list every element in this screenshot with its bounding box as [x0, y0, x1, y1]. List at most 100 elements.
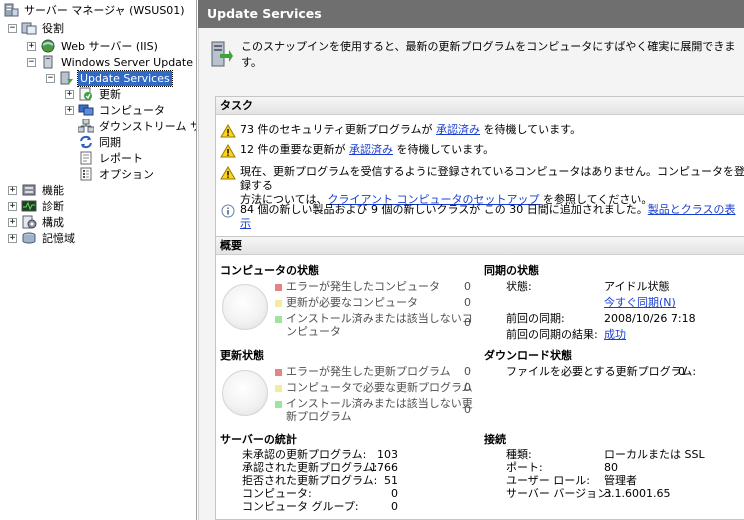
- computer-status-pie: [222, 284, 268, 330]
- files-needed-label: ファイルを必要とする更新プログラム:: [506, 365, 697, 378]
- tasks-section: タスク 73 件のセキュリティ更新プログラムが 承認済み を待機しています。 1…: [215, 96, 744, 238]
- tree-label-web-server: Web サーバー (IIS): [61, 39, 158, 53]
- computers-with-errors-label: エラーが発生したコンピュータ: [286, 280, 440, 293]
- server-statistics-heading: サーバーの統計: [220, 433, 297, 446]
- expand-icon[interactable]: +: [8, 217, 17, 227]
- connection-type-value: ローカルまたは SSL: [604, 448, 705, 461]
- stat-unapproved-value: 103: [377, 448, 398, 461]
- tree-node-update-services[interactable]: − Update Services: [46, 69, 173, 87]
- task-client-text-line1: 現在、更新プログラムを受信するように登録されているコンピュータはありません。コン…: [240, 165, 744, 192]
- computers-needing-updates-count: 0: [464, 296, 471, 309]
- updates-needed-label: コンピュータで必要な更新プログラム: [286, 381, 473, 394]
- sync-now-link[interactable]: 今すぐ同期(N): [604, 296, 676, 310]
- tree-label-options: オプション: [99, 167, 154, 181]
- tree-label-features: 機能: [42, 183, 64, 197]
- last-sync-result-link[interactable]: 成功: [604, 328, 626, 342]
- sync-icon: [78, 135, 94, 149]
- stat-declined-value: 51: [384, 474, 398, 487]
- expand-icon[interactable]: +: [8, 185, 17, 195]
- approval-link-critical[interactable]: 承認済み: [349, 143, 393, 156]
- collapse-icon[interactable]: −: [46, 73, 55, 83]
- computer-status-heading: コンピュータの状態: [220, 264, 319, 277]
- computers-with-errors-count: 0: [464, 280, 471, 293]
- tree-label-storage: 記憶域: [42, 231, 75, 245]
- sync-state-value: アイドル状態: [604, 280, 670, 293]
- files-needed-value: 0: [678, 365, 685, 378]
- roles-icon: [21, 21, 37, 35]
- tree-node-web-server[interactable]: + Web サーバー (IIS): [27, 38, 160, 54]
- tree-node-configuration[interactable]: + 構成: [8, 214, 66, 230]
- last-sync-result-label: 前回の同期の結果:: [506, 328, 598, 341]
- collapse-icon[interactable]: −: [27, 57, 36, 67]
- warning-icon: [220, 124, 236, 138]
- download-status-heading: ダウンロード状態: [484, 349, 572, 362]
- legend-installed-swatch: [275, 316, 282, 323]
- tree-node-updates[interactable]: + 更新: [65, 86, 123, 102]
- tree-label-updates: 更新: [99, 87, 121, 101]
- sync-status-heading: 同期の状態: [484, 264, 539, 277]
- connection-type-label: 種類:: [506, 448, 532, 461]
- expand-icon[interactable]: +: [8, 233, 17, 243]
- tree-node-downstream-servers[interactable]: ダウンストリーム サー: [77, 118, 196, 134]
- tree-node-options[interactable]: オプション: [78, 166, 156, 182]
- connection-heading: 接続: [484, 433, 506, 446]
- tree-node-storage[interactable]: + 記憶域: [8, 230, 77, 246]
- expand-icon[interactable]: +: [65, 105, 74, 115]
- tree-node-roles[interactable]: − 役割: [8, 20, 66, 36]
- server-icon: [40, 55, 56, 69]
- connection-role-label: ユーザー ロール:: [506, 474, 590, 487]
- task-security-updates: 73 件のセキュリティ更新プログラムが 承認済み を待機しています。: [220, 123, 582, 138]
- updates-installed-count: 0: [464, 403, 471, 416]
- tree-node-server-manager[interactable]: サーバー マネージャ (WSUS01): [3, 2, 187, 18]
- stat-unapproved-label: 未承認の更新プログラム:: [242, 448, 367, 461]
- details-pane: Update Services このスナップインを使用すると、最新の更新プログラ…: [198, 0, 744, 520]
- warning-icon: [220, 144, 236, 158]
- downstream-servers-icon: [77, 118, 95, 133]
- pane-body: このスナップインを使用すると、最新の更新プログラムをコンピュータにすばやく確実に…: [198, 28, 744, 520]
- collapse-icon[interactable]: −: [8, 23, 17, 33]
- sync-state-label: 状態:: [506, 280, 532, 293]
- computers-icon: [78, 103, 94, 117]
- last-sync-value: 2008/10/26 7:18: [604, 312, 696, 325]
- navigation-tree: サーバー マネージャ (WSUS01) − 役割 + Web サーバー (IIS…: [0, 0, 197, 520]
- legend-needed-swatch: [275, 385, 282, 392]
- last-sync-label: 前回の同期:: [506, 312, 565, 325]
- diagnostics-icon: [21, 199, 37, 213]
- tree-node-wsus[interactable]: − Windows Server Update S: [27, 54, 197, 70]
- legend-error-swatch: [275, 284, 282, 291]
- task-security-text-end: を待機しています。: [480, 123, 582, 136]
- configuration-icon: [21, 215, 37, 229]
- computers-installed-label-2: ンピュータ: [286, 325, 341, 338]
- pane-title: Update Services: [198, 0, 744, 28]
- computers-installed-label-1: インストール済みまたは該当しないコ: [286, 312, 473, 325]
- expand-icon[interactable]: +: [65, 89, 74, 99]
- tree-node-diagnostics[interactable]: + 診断: [8, 198, 66, 214]
- server-manager-icon: [3, 3, 19, 17]
- tree-label-wsus: Windows Server Update S: [61, 55, 197, 69]
- updates-needed-count: 0: [464, 381, 471, 394]
- expand-icon[interactable]: +: [27, 41, 36, 51]
- wsus-snapin-icon: [209, 40, 233, 68]
- reports-icon: [78, 151, 94, 165]
- overview-title: 概要: [216, 237, 744, 255]
- updates-installed-label-1: インストール済みまたは該当しない更: [286, 397, 473, 410]
- tree-node-synchronizations[interactable]: 同期: [78, 134, 123, 150]
- task-critical-text: 12 件の重要な更新が: [240, 143, 349, 156]
- task-critical-text-end: を待機しています。: [393, 143, 495, 156]
- update-status-pie: [222, 370, 268, 416]
- tree-node-features[interactable]: + 機能: [8, 182, 66, 198]
- storage-icon: [21, 231, 37, 245]
- updates-with-errors-count: 0: [464, 365, 471, 378]
- task-security-text: 73 件のセキュリティ更新プログラムが: [240, 123, 436, 136]
- tree-node-computers[interactable]: + コンピュータ: [65, 102, 167, 118]
- approval-link-security[interactable]: 承認済み: [436, 123, 480, 136]
- stat-computer-groups-label: コンピュータ グループ:: [242, 500, 359, 513]
- task-products-text: 84 個の新しい製品および 9 個の新しいクラスが この 30 日間に追加されま…: [240, 203, 648, 216]
- computers-installed-count: 0: [464, 316, 471, 329]
- tree-node-reports[interactable]: レポート: [78, 150, 145, 166]
- server-version-label: サーバー バージョン:: [506, 487, 612, 500]
- expand-icon[interactable]: +: [8, 201, 17, 211]
- stat-approved-value: 1766: [370, 461, 398, 474]
- task-client-setup: 現在、更新プログラムを受信するように登録されているコンピュータはありません。コン…: [220, 165, 744, 207]
- updates-with-errors-label: エラーが発生した更新プログラム: [286, 365, 451, 378]
